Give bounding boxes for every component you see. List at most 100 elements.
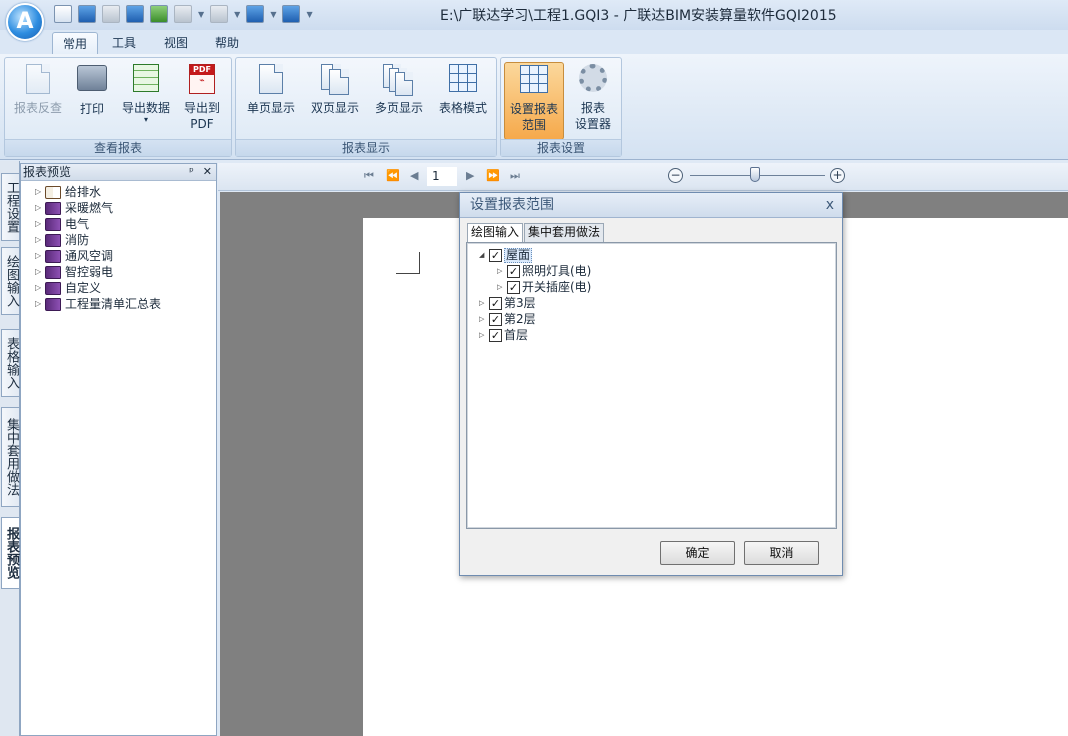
checkbox[interactable]: ✓ xyxy=(489,312,502,326)
pin-icon[interactable]: ᵖ xyxy=(189,164,194,180)
checkbox[interactable]: ✓ xyxy=(507,280,520,294)
expand-arrow-icon[interactable]: ▷ xyxy=(497,279,507,295)
tree-node-ground-floor[interactable]: ▷ ✓ 首层 xyxy=(467,327,836,343)
checkbox[interactable]: ✓ xyxy=(489,328,502,342)
page-number-input[interactable]: 1 xyxy=(427,167,457,186)
save-icon[interactable] xyxy=(102,5,120,23)
tab-help[interactable]: 帮助 xyxy=(205,32,249,54)
double-page-button[interactable]: 双页显示 xyxy=(304,62,366,138)
page-corner-mark xyxy=(396,252,420,274)
image-icon[interactable] xyxy=(150,5,168,23)
open-book-icon xyxy=(45,185,61,199)
tree-node-label: 第2层 xyxy=(504,312,536,326)
ribbon: 报表反查 打印 导出数据 ▾ PDF ⌁ 导出到 PDF 查看报表 单页显示 双页… xyxy=(0,54,1068,160)
undo-dropdown-icon[interactable]: ▼ xyxy=(198,10,204,19)
next-group-icon[interactable]: ⏩ xyxy=(486,169,500,182)
app-a-icon[interactable] xyxy=(126,5,144,23)
open-folder-icon[interactable] xyxy=(78,5,96,23)
tree-item[interactable]: ▷ 消防 xyxy=(35,232,216,248)
redo-dropdown-icon[interactable]: ▼ xyxy=(234,10,240,19)
new-file-icon[interactable] xyxy=(54,5,72,23)
switch-window-icon[interactable] xyxy=(246,5,265,23)
zoom-out-icon[interactable]: − xyxy=(668,168,683,183)
tree-item[interactable]: ▷ 通风空调 xyxy=(35,248,216,264)
tab-apply-methods[interactable]: 集中套用做法 xyxy=(524,223,605,242)
tree-item[interactable]: ▷ 采暖燃气 xyxy=(35,200,216,216)
book-icon xyxy=(45,265,61,279)
tab-tools[interactable]: 工具 xyxy=(102,32,146,54)
close-icon[interactable]: ✕ xyxy=(203,164,212,180)
export-dropdown-icon[interactable]: ▾ xyxy=(117,116,175,124)
collapse-arrow-icon[interactable]: ◢ xyxy=(479,247,489,263)
expand-arrow-icon[interactable]: ▷ xyxy=(35,296,45,312)
expand-arrow-icon[interactable]: ▷ xyxy=(35,200,45,216)
tree-node-label: 开关插座(电) xyxy=(522,280,592,294)
expand-arrow-icon[interactable]: ▷ xyxy=(35,280,45,296)
expand-arrow-icon[interactable]: ▷ xyxy=(479,327,489,343)
tree-node-switch-socket[interactable]: ▷ ✓ 开关插座(电) xyxy=(467,279,836,295)
vtab-drawing-input[interactable]: 绘图输入 xyxy=(1,247,19,315)
expand-arrow-icon[interactable]: ▷ xyxy=(497,263,507,279)
tree-item[interactable]: ▷ 电气 xyxy=(35,216,216,232)
set-report-range-button[interactable]: 设置报表 范围 xyxy=(504,62,564,140)
checkbox[interactable]: ✓ xyxy=(507,264,520,278)
fit-window-icon[interactable] xyxy=(282,5,301,23)
tree-item[interactable]: ▷ 给排水 xyxy=(35,184,216,200)
tab-drawing-input[interactable]: 绘图输入 xyxy=(467,223,524,243)
customize-qat-icon[interactable]: ▼ xyxy=(306,10,312,19)
redo-icon[interactable] xyxy=(210,5,229,23)
tab-view[interactable]: 视图 xyxy=(154,32,198,54)
next-page-icon[interactable]: ▶ xyxy=(466,169,474,182)
tree-item[interactable]: ▷ 智控弱电 xyxy=(35,264,216,280)
export-pdf-button[interactable]: PDF ⌁ 导出到 PDF xyxy=(173,62,231,138)
expand-arrow-icon[interactable]: ▷ xyxy=(35,216,45,232)
excel-export-icon xyxy=(133,64,159,92)
dialog-tabs: 绘图输入 集中套用做法 xyxy=(467,223,605,243)
vtab-apply-methods[interactable]: 集中套用做法 xyxy=(1,407,19,507)
export-data-button[interactable]: 导出数据 ▾ xyxy=(117,62,175,138)
last-page-icon[interactable]: ⏭ xyxy=(510,169,520,183)
expand-arrow-icon[interactable]: ▷ xyxy=(35,248,45,264)
book-icon xyxy=(45,297,61,311)
cancel-button[interactable]: 取消 xyxy=(744,541,819,565)
switch-dropdown-icon[interactable]: ▼ xyxy=(270,10,276,19)
expand-arrow-icon[interactable]: ▷ xyxy=(35,232,45,248)
report-lookup-button[interactable]: 报表反查 xyxy=(9,62,67,138)
undo-icon[interactable] xyxy=(174,5,192,23)
single-page-button[interactable]: 单页显示 xyxy=(240,62,302,138)
first-page-icon[interactable]: ⏮ xyxy=(364,169,374,183)
vtab-report-preview[interactable]: 报表预览 xyxy=(1,517,19,589)
zoom-slider-thumb[interactable] xyxy=(750,167,760,182)
dialog-close-icon[interactable]: x xyxy=(826,193,834,217)
tab-common[interactable]: 常用 xyxy=(52,32,99,54)
tree-item-label: 给排水 xyxy=(65,185,102,199)
tree-item[interactable]: ▷ 自定义 xyxy=(35,280,216,296)
print-button[interactable]: 打印 xyxy=(63,62,121,138)
ok-button[interactable]: 确定 xyxy=(660,541,735,565)
expand-arrow-icon[interactable]: ▷ xyxy=(479,295,489,311)
expand-arrow-icon[interactable]: ▷ xyxy=(35,184,45,200)
zoom-in-icon[interactable]: + xyxy=(830,168,845,183)
double-page-label: 双页显示 xyxy=(310,101,359,115)
tree-item[interactable]: ▷ 工程量清单汇总表 xyxy=(35,296,216,312)
tree-node-floor-3[interactable]: ▷ ✓ 第3层 xyxy=(467,295,836,311)
tree-node-lighting[interactable]: ▷ ✓ 照明灯具(电) xyxy=(467,263,836,279)
expand-arrow-icon[interactable]: ▷ xyxy=(479,311,489,327)
prev-page-icon[interactable]: ◀ xyxy=(410,169,418,182)
table-mode-button[interactable]: 表格模式 xyxy=(432,62,494,138)
checkbox[interactable]: ✓ xyxy=(489,248,502,262)
tree-node-floor-2[interactable]: ▷ ✓ 第2层 xyxy=(467,311,836,327)
multi-page-button[interactable]: 多页显示 xyxy=(368,62,430,138)
vtab-project-settings[interactable]: 工程设置 xyxy=(1,173,19,241)
group-report-display: 单页显示 双页显示 多页显示 表格模式 报表显示 xyxy=(235,57,497,157)
app-menu-button[interactable]: A xyxy=(6,3,44,41)
gear-icon xyxy=(579,64,607,92)
tree-item-label: 电气 xyxy=(65,217,90,231)
checkbox[interactable]: ✓ xyxy=(489,296,502,310)
group-label-report-display: 报表显示 xyxy=(236,139,496,156)
report-designer-button[interactable]: 报表 设置器 xyxy=(565,62,621,138)
vtab-table-input[interactable]: 表格输入 xyxy=(1,329,19,397)
tree-node-roof[interactable]: ◢ ✓ 屋面 xyxy=(467,247,836,263)
expand-arrow-icon[interactable]: ▷ xyxy=(35,264,45,280)
prev-group-icon[interactable]: ⏪ xyxy=(386,169,400,182)
